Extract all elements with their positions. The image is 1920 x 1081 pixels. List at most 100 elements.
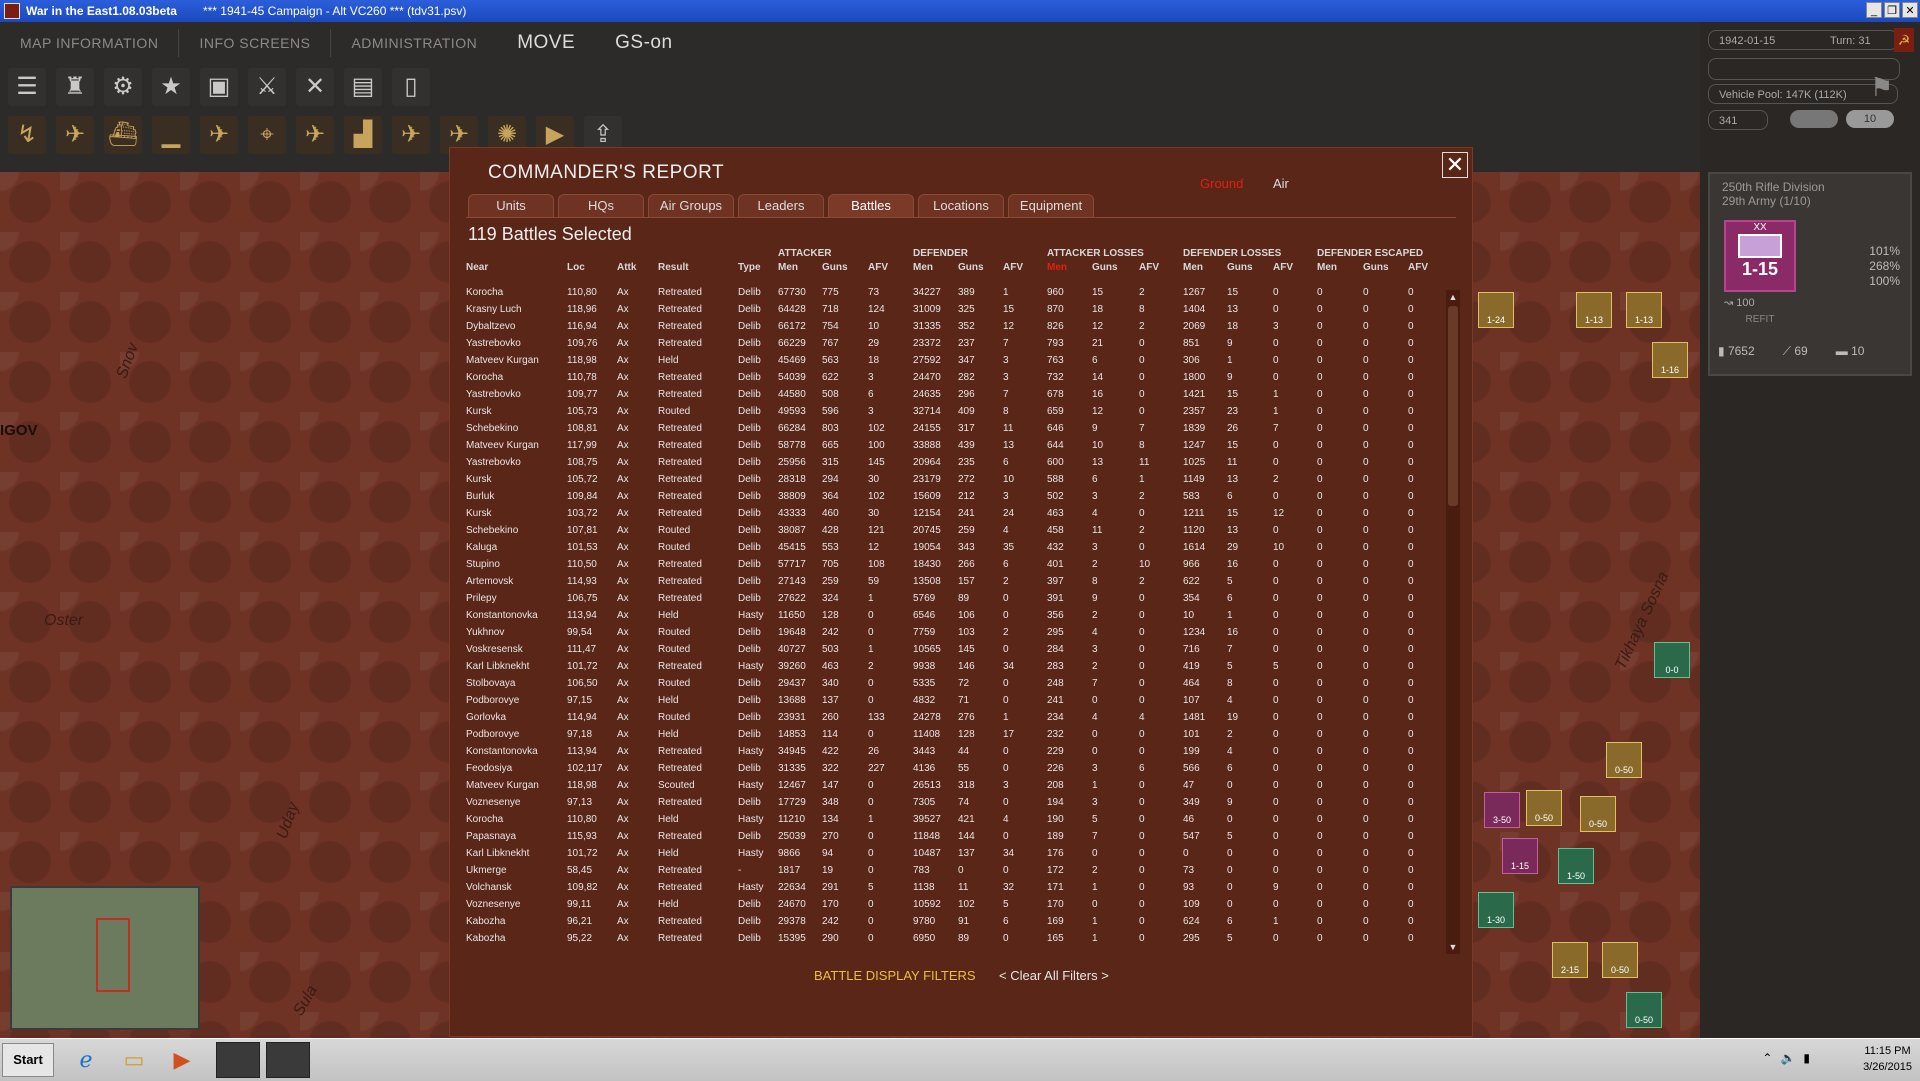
table-row[interactable]: Yastrebovko 109,77 Ax Retreated Delib 44580 50… <box>450 386 1450 403</box>
unit-counter[interactable]: 0-50 <box>1602 942 1638 978</box>
tab-equipment[interactable]: Equipment <box>1008 194 1094 217</box>
taskbar-app-war-in-the-east-1[interactable] <box>216 1042 260 1078</box>
table-row[interactable]: Stolbovaya 106,50 Ax Routed Delib 29437 340 0 53… <box>450 675 1450 692</box>
table-row[interactable]: Artemovsk 114,93 Ax Retreated Delib 27143 259 5… <box>450 573 1450 590</box>
taskbar-app-war-in-the-east-2[interactable] <box>266 1042 310 1078</box>
menu-move[interactable]: MOVE <box>497 32 595 54</box>
col-attloss-afv[interactable]: AFV <box>1139 262 1159 273</box>
rail-icon[interactable]: ▤ <box>344 68 382 106</box>
unit-counter[interactable]: 0-50 <box>1526 790 1562 826</box>
bomber-icon[interactable]: ✈ <box>296 116 334 154</box>
table-row[interactable]: Volchansk 109,82 Ax Retreated Hasty 22634 291 5… <box>450 879 1450 896</box>
col-esc-guns[interactable]: Guns <box>1363 262 1389 273</box>
table-row[interactable]: Stupino 110,50 Ax Retreated Delib 57717 705 108… <box>450 556 1450 573</box>
unit-counter[interactable]: 2-15 <box>1552 942 1588 978</box>
unit-counter[interactable]: 1-16 <box>1652 342 1688 378</box>
unit-counter[interactable]: 1-15 <box>1502 838 1538 874</box>
col-att-men[interactable]: Men <box>778 262 798 273</box>
table-row[interactable]: Kaluga 101,53 Ax Routed Delib 45415 553 12 19054… <box>450 539 1450 556</box>
col-defloss-men[interactable]: Men <box>1183 262 1203 273</box>
table-row[interactable]: Feodosiya 102,117 Ax Retreated Delib 31335 322… <box>450 760 1450 777</box>
unit-counter[interactable]: 1-13 <box>1626 292 1662 328</box>
col-loc[interactable]: Loc <box>567 262 585 273</box>
tray-arrow-icon[interactable]: ⌃ <box>1762 1051 1772 1065</box>
close-window-button[interactable]: ✕ <box>1902 2 1918 18</box>
unit-card[interactable]: 250th Rifle Division 29th Army (1/10) XX… <box>1708 172 1912 376</box>
toggle-pill[interactable] <box>1790 110 1838 128</box>
table-row[interactable]: Kursk 105,73 Ax Routed Delib 49593 596 3 32714 40… <box>450 403 1450 420</box>
table-row[interactable]: Dybaltzevo 116,94 Ax Retreated Delib 66172 754… <box>450 318 1450 335</box>
filter-ground[interactable]: Ground <box>1200 176 1243 191</box>
minimize-button[interactable]: _ <box>1866 2 1882 18</box>
unit-counter[interactable]: 1-50 <box>1558 848 1594 884</box>
tab-locations[interactable]: Locations <box>918 194 1004 217</box>
table-row[interactable]: Voskresensk 111,47 Ax Routed Delib 40727 503 1 1… <box>450 641 1450 658</box>
hq-counter[interactable]: 0-50 <box>1606 742 1642 778</box>
tab-units[interactable]: Units <box>468 194 554 217</box>
battle-display-filters-button[interactable]: BATTLE DISPLAY FILTERS <box>814 968 976 983</box>
table-row[interactable]: Podborovye 97,18 Ax Held Delib 14853 114 0 11408… <box>450 726 1450 743</box>
restore-button[interactable]: ❐ <box>1884 2 1900 18</box>
col-near[interactable]: Near <box>466 262 488 273</box>
close-dialog-button[interactable]: ✕ <box>1442 152 1468 178</box>
recon-icon[interactable]: ⌖ <box>248 116 286 154</box>
col-def-men[interactable]: Men <box>913 262 933 273</box>
menu-map-information[interactable]: MAP INFORMATION <box>0 35 178 51</box>
table-row[interactable]: Yastrebovko 108,75 Ax Retreated Delib 25956 31… <box>450 454 1450 471</box>
layers-icon[interactable]: ☰ <box>8 68 46 106</box>
fuel-icon[interactable]: ▯ <box>392 68 430 106</box>
col-attloss-guns[interactable]: Guns <box>1092 262 1118 273</box>
table-row[interactable]: Gorlovka 114,94 Ax Routed Delib 23931 260 133 24… <box>450 709 1450 726</box>
menu-info-screens[interactable]: INFO SCREENS <box>179 35 330 51</box>
unit-counter[interactable]: 0-0 <box>1654 642 1690 678</box>
table-row[interactable]: Voznesenye 99,11 Ax Held Delib 24670 170 0 10592… <box>450 896 1450 913</box>
table-row[interactable]: Papasnaya 115,93 Ax Retreated Delib 25039 270 0… <box>450 828 1450 845</box>
folder-icon[interactable]: ▭ <box>114 1043 154 1077</box>
clock[interactable]: 11:15 PM 3/26/2015 <box>1863 1043 1912 1075</box>
table-row[interactable]: Konstantonovka 113,94 Ax Retreated Hasty 3494… <box>450 743 1450 760</box>
scroll-down-icon[interactable]: ▼ <box>1446 940 1460 954</box>
unit-counter[interactable]: 1-13 <box>1576 292 1612 328</box>
scroll-up-icon[interactable]: ▲ <box>1446 290 1460 304</box>
unit-counter-large[interactable]: XX 1-15 <box>1724 220 1796 292</box>
air-transport-icon[interactable]: ✈ <box>56 116 94 154</box>
naval-icon[interactable]: ⛴ <box>104 116 142 154</box>
minimap[interactable] <box>10 886 200 1030</box>
col-att-guns[interactable]: Guns <box>822 262 848 273</box>
col-type[interactable]: Type <box>738 262 761 273</box>
city-bombing-icon[interactable]: ▟ <box>344 116 382 154</box>
table-row[interactable]: Korocha 110,80 Ax Held Hasty 11210 134 1 39527 42… <box>450 811 1450 828</box>
start-button[interactable]: Start <box>2 1043 54 1077</box>
scroll-thumb[interactable] <box>1448 306 1458 506</box>
table-row[interactable]: Ukmerge 58,45 Ax Retreated - 1817 19 0 783 0 0 172 2… <box>450 862 1450 879</box>
unit-counter[interactable]: 0-50 <box>1580 796 1616 832</box>
unit-counter[interactable]: 3-50 <box>1484 792 1520 828</box>
airfield-icon[interactable]: ▁ <box>152 116 190 154</box>
media-player-icon[interactable]: ▶ <box>162 1043 202 1077</box>
table-row[interactable]: Krasny Luch 118,96 Ax Retreated Delib 64428 71… <box>450 301 1450 318</box>
air-strike-icon[interactable]: ✈ <box>200 116 238 154</box>
network-icon[interactable]: ▮ <box>1803 1051 1810 1065</box>
col-attk[interactable]: Attk <box>617 262 636 273</box>
toggle-pill-value[interactable]: 10 <box>1846 110 1894 128</box>
table-row[interactable]: Yastrebovko 109,76 Ax Retreated Delib 66229 76… <box>450 335 1450 352</box>
tab-battles[interactable]: Battles <box>828 194 914 217</box>
table-row[interactable]: Konstantonovka 113,94 Ax Held Hasty 11650 128 0… <box>450 607 1450 624</box>
table-row[interactable]: Karl Libknekht 101,72 Ax Held Hasty 9866 94 0 10… <box>450 845 1450 862</box>
col-defloss-afv[interactable]: AFV <box>1273 262 1293 273</box>
table-row[interactable]: Yukhnov 99,54 Ax Routed Delib 19648 242 0 7759 10… <box>450 624 1450 641</box>
crossed-swords-icon[interactable]: ⚔ <box>248 68 286 106</box>
table-row[interactable]: Schebekino 107,81 Ax Routed Delib 38087 428 121… <box>450 522 1450 539</box>
table-row[interactable]: Matveev Kurgan 118,98 Ax Scouted Hasty 12467 1… <box>450 777 1450 794</box>
factory-icon[interactable]: ▣ <box>200 68 238 106</box>
table-row[interactable]: Voznesenye 97,13 Ax Retreated Delib 17729 348 0… <box>450 794 1450 811</box>
tab-leaders[interactable]: Leaders <box>738 194 824 217</box>
table-row[interactable]: Schebekino 108,81 Ax Retreated Delib 66284 803… <box>450 420 1450 437</box>
menu-administration[interactable]: ADMINISTRATION <box>331 35 497 51</box>
col-def-guns[interactable]: Guns <box>958 262 984 273</box>
col-att-afv[interactable]: AFV <box>868 262 888 273</box>
surrender-flag-icon[interactable]: ⚑ <box>1870 72 1893 103</box>
table-row[interactable]: Burluk 109,84 Ax Retreated Delib 38809 364 102 1… <box>450 488 1450 505</box>
tab-air-groups[interactable]: Air Groups <box>648 194 734 217</box>
interdiction-icon[interactable]: ✈ <box>392 116 430 154</box>
